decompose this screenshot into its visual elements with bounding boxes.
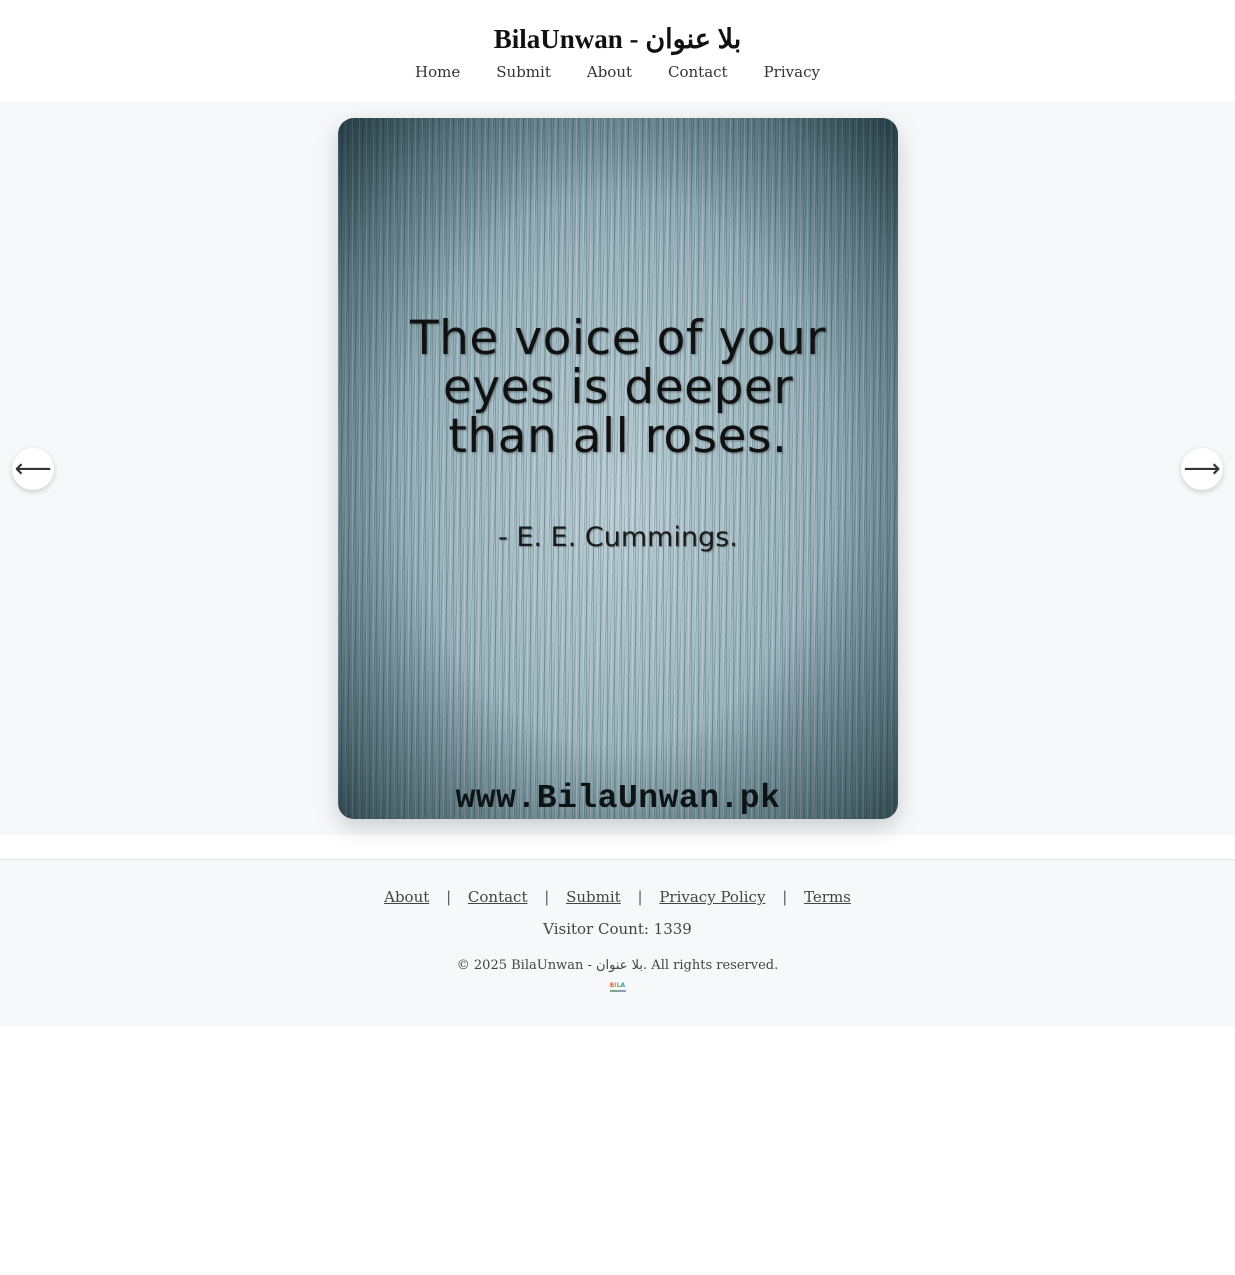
site-header: BilaUnwan - بلا عنوان Home Submit About … (0, 0, 1235, 102)
image-watermark-url: www.BilaUnwan.pk (455, 780, 781, 817)
footer-separator: | (637, 888, 643, 906)
quote-text: The voice of your eyes is deeper than al… (409, 311, 827, 464)
nav-home-link[interactable]: Home (397, 60, 478, 84)
footer-privacy-policy-link[interactable]: Privacy Policy (659, 888, 765, 906)
footer-separator: | (446, 888, 452, 906)
nav-about-link[interactable]: About (569, 60, 650, 84)
footer-contact-link[interactable]: Contact (468, 888, 528, 906)
quote-image[interactable]: The voice of your eyes is deeper than al… (338, 118, 898, 819)
site-title[interactable]: BilaUnwan - بلا عنوان (0, 22, 1235, 56)
footer-terms-link[interactable]: Terms (804, 888, 851, 906)
prev-slide-button[interactable]: ⟵ (12, 448, 54, 490)
footer-links: About | Contact | Submit | Privacy Polic… (0, 886, 1235, 908)
footer-separator: | (782, 888, 788, 906)
footer-submit-link[interactable]: Submit (566, 888, 621, 906)
arrow-right-icon: ⟶ (1183, 454, 1221, 484)
visitor-count: Visitor Count: 1339 (543, 920, 692, 938)
main-nav: Home Submit About Contact Privacy (0, 60, 1235, 84)
footer-about-link[interactable]: About (384, 888, 429, 906)
nav-privacy-link[interactable]: Privacy (746, 60, 838, 84)
copyright-text: © 2025 BilaUnwan - بلا عنوان. All rights… (456, 958, 779, 973)
slideshow-stage: ⟵ The voice of your eyes is deeper than … (0, 102, 1235, 835)
nav-contact-link[interactable]: Contact (650, 60, 746, 84)
site-footer: About | Contact | Submit | Privacy Polic… (0, 859, 1235, 1026)
next-slide-button[interactable]: ⟶ (1181, 448, 1223, 490)
arrow-left-icon: ⟵ (14, 454, 52, 484)
nav-submit-link[interactable]: Submit (478, 60, 569, 84)
quote-author: - E. E. Cummings. (498, 522, 738, 553)
image-vignette (338, 118, 898, 819)
footer-separator: | (544, 888, 550, 906)
footer-logo-icon: BILA (608, 982, 628, 996)
